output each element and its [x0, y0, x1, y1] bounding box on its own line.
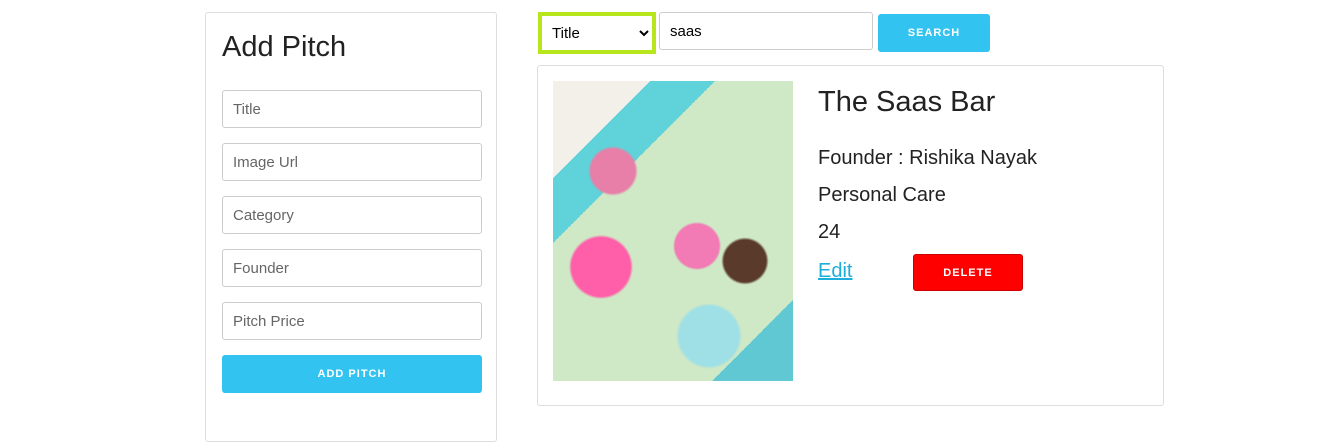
- search-button[interactable]: SEARCH: [878, 14, 990, 52]
- search-filter-select[interactable]: Title: [538, 12, 656, 54]
- founder-input[interactable]: [222, 249, 482, 287]
- pitch-founder: Founder : Rishika Nayak: [818, 147, 1037, 169]
- pitch-title: The Saas Bar: [818, 86, 996, 118]
- pitch-image: [553, 81, 793, 381]
- pitch-price-input[interactable]: [222, 302, 482, 340]
- category-input[interactable]: [222, 196, 482, 234]
- delete-button[interactable]: DELETE: [913, 254, 1023, 291]
- search-input[interactable]: [659, 12, 873, 50]
- title-input[interactable]: [222, 90, 482, 128]
- pitch-price: 24: [818, 221, 841, 243]
- add-pitch-form: Add Pitch ADD PITCH: [205, 12, 497, 442]
- edit-link[interactable]: Edit: [818, 260, 852, 283]
- add-pitch-button[interactable]: ADD PITCH: [222, 355, 482, 393]
- image-url-input[interactable]: [222, 143, 482, 181]
- pitch-category: Personal Care: [818, 184, 946, 206]
- pitch-card: The Saas Bar Founder : Rishika Nayak Per…: [537, 65, 1164, 406]
- form-title: Add Pitch: [222, 31, 347, 63]
